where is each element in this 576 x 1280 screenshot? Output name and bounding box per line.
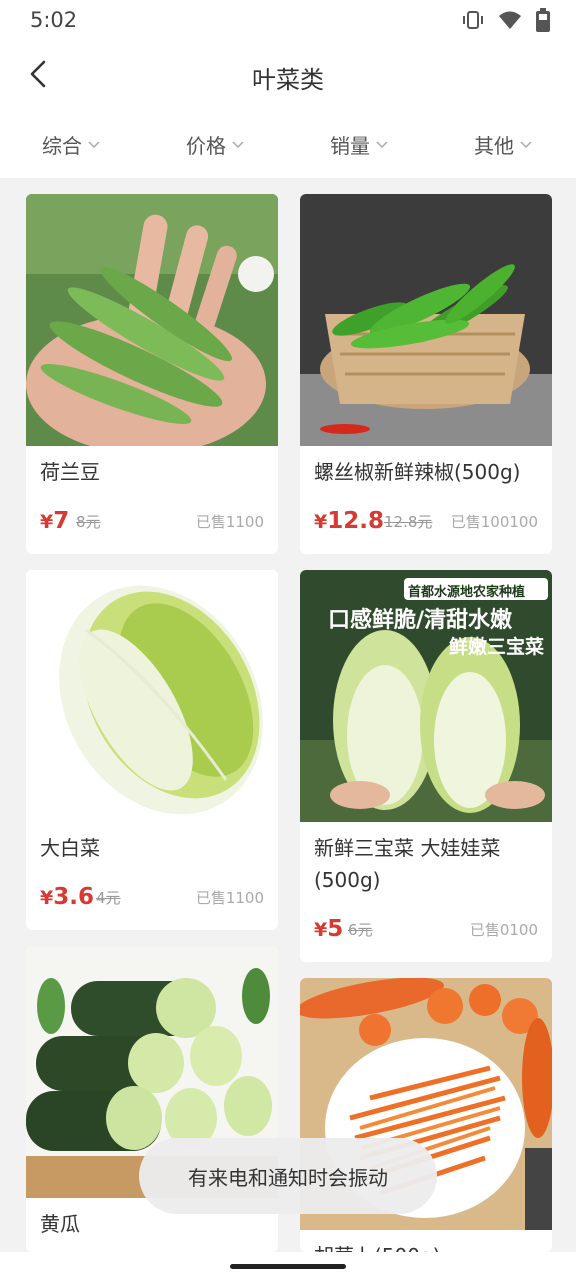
product-price: ¥7 (40, 508, 69, 534)
original-price: 8元 (76, 513, 101, 531)
price-value: 5 (327, 916, 344, 942)
filter-sales[interactable]: 销量 (288, 110, 432, 178)
chevron-down-icon (520, 141, 532, 149)
product-image-snow-peas (26, 194, 278, 446)
product-card[interactable]: 大白菜 ¥3.6 4元 已售1100 (26, 570, 278, 930)
wifi-icon (499, 11, 521, 29)
filter-label: 其他 (474, 133, 514, 158)
product-card[interactable]: 螺丝椒新鲜辣椒(500g) ¥12.8 12.8元 已售100100 (300, 194, 552, 554)
product-price: ¥3.6 (40, 884, 94, 910)
original-price: 6元 (348, 921, 373, 939)
product-name: 螺丝椒新鲜辣椒(500g) (314, 460, 521, 484)
currency-symbol: ¥ (40, 887, 54, 909)
header: 叶菜类 (0, 40, 576, 110)
page-title: 叶菜类 (252, 66, 324, 94)
sold-count: 已售100100 (450, 513, 538, 531)
banner-headline: 口感鲜脆/清甜水嫩 (328, 608, 513, 633)
currency-symbol: ¥ (40, 511, 54, 533)
original-price: 4元 (96, 889, 121, 907)
vibrate-icon (463, 11, 483, 29)
original-price: 12.8元 (384, 513, 433, 531)
filter-other[interactable]: 其他 (432, 110, 576, 178)
status-icons (462, 8, 550, 32)
product-name: 新鲜三宝菜 大娃娃菜(500g) (314, 836, 501, 892)
product-price: ¥5 (314, 916, 343, 942)
product-name: 荷兰豆 (40, 460, 100, 484)
vibration-toast: 有来电和通知时会振动 (139, 1138, 437, 1214)
navigation-bar (0, 1252, 576, 1280)
home-handle[interactable] (230, 1264, 346, 1269)
price-value: 7 (53, 508, 70, 534)
product-image-peppers (300, 194, 552, 446)
sold-count: 已售0100 (469, 921, 538, 939)
battery-icon (536, 8, 550, 32)
filter-comprehensive[interactable]: 综合 (0, 110, 144, 178)
status-time: 5:02 (30, 8, 78, 32)
currency-symbol: ¥ (314, 511, 328, 533)
product-card[interactable]: 荷兰豆 ¥7 8元 已售1100 (26, 194, 278, 554)
chevron-down-icon (232, 141, 244, 149)
product-name: 大白菜 (40, 836, 100, 860)
sold-count: 已售1100 (195, 513, 264, 531)
chevron-down-icon (88, 141, 100, 149)
product-price: ¥12.8 (314, 508, 384, 534)
product-name: 胡萝卜(500g) (314, 1240, 542, 1252)
product-card[interactable]: 首都水源地农家种植 口感鲜脆/清甜水嫩 鲜嫩三宝菜 新鲜三宝菜 大娃娃菜(500… (300, 570, 552, 962)
status-bar: 5:02 (0, 0, 576, 40)
price-row: ¥7 8元 已售1100 (40, 504, 264, 534)
banner-tag: 首都水源地农家种植 (408, 585, 526, 600)
product-image-napa-cabbage (26, 570, 278, 822)
filter-label: 销量 (330, 133, 370, 158)
price-row: ¥5 6元 已售0100 (314, 912, 538, 942)
filter-label: 综合 (42, 133, 82, 158)
filter-label: 价格 (186, 133, 226, 158)
filter-price[interactable]: 价格 (144, 110, 288, 178)
price-row: ¥12.8 12.8元 已售100100 (314, 504, 538, 534)
currency-symbol: ¥ (314, 919, 328, 941)
filter-bar: 综合 价格 销量 其他 (0, 110, 576, 178)
price-value: 12.8 (327, 508, 384, 534)
chevron-down-icon (376, 141, 388, 149)
price-value: 3.6 (53, 884, 94, 910)
price-row: ¥3.6 4元 已售1100 (40, 880, 264, 910)
sold-count: 已售1100 (195, 889, 264, 907)
banner-sub: 鲜嫩三宝菜 (448, 636, 544, 658)
